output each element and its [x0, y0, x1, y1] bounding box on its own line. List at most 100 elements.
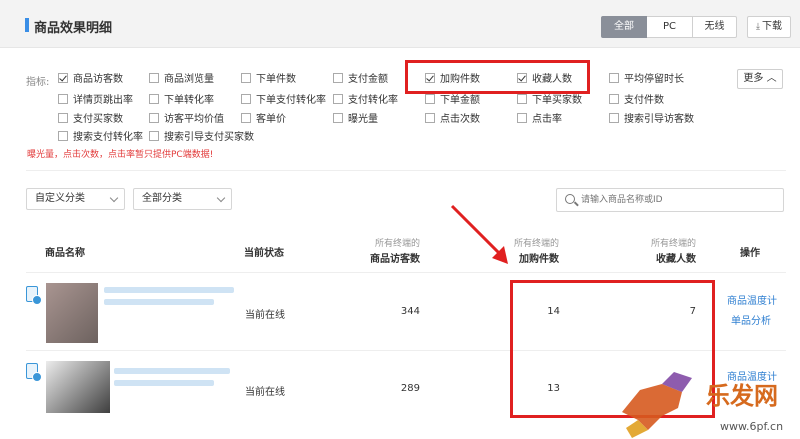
product-thumbnail[interactable] — [46, 361, 110, 413]
status-cell: 当前在线 — [245, 310, 285, 321]
chevron-down-icon — [109, 193, 119, 203]
more-button[interactable]: 更多 ︿ — [737, 69, 783, 89]
checkbox-icon — [333, 73, 343, 83]
column-add-to-cart[interactable]: 加购件数 — [479, 250, 559, 265]
table-header-divider — [26, 272, 786, 273]
product-title-blurred[interactable] — [114, 368, 230, 374]
download-button[interactable]: ⤓ 下载 — [747, 16, 791, 38]
checkbox-icon — [149, 94, 159, 104]
checkbox-icon — [241, 113, 251, 123]
checkbox-label: 下单金额 — [440, 95, 480, 106]
page-title: 商品效果明细 — [34, 21, 113, 36]
download-label: 下载 — [761, 21, 782, 32]
data-notice: 曝光量，点击次数，点击率暂只提供PC端数据! — [27, 150, 214, 160]
checkbox-icon — [149, 113, 159, 123]
checkbox-avg-stay[interactable]: 平均停留时长 — [609, 73, 684, 87]
column-favorites[interactable]: 收藏人数 — [616, 250, 696, 265]
visitors-cell: 344 — [400, 306, 420, 317]
product-search-box[interactable] — [556, 188, 784, 212]
checkbox-icon — [149, 73, 159, 83]
highlight-box-indicators — [405, 60, 590, 94]
checkbox-label: 访客平均价值 — [164, 114, 224, 125]
product-title-blurred — [104, 299, 214, 305]
column-cart-sub: 所有终端的 — [513, 239, 559, 249]
checkbox-label: 搜索支付转化率 — [73, 132, 143, 143]
checkbox-icon — [425, 94, 435, 104]
checkbox-label: 点击率 — [532, 114, 562, 125]
checkbox-label: 下单件数 — [256, 74, 296, 85]
select-value: 自定义分类 — [35, 193, 85, 204]
tab-wireless[interactable]: 无线 — [693, 16, 737, 38]
tab-pc[interactable]: PC — [647, 16, 693, 38]
mobile-device-icon — [26, 363, 42, 382]
checkbox-impressions[interactable]: 曝光量 — [333, 113, 378, 127]
column-status: 当前状态 — [244, 248, 284, 259]
checkbox-payment-amount[interactable]: 支付金额 — [333, 73, 388, 87]
indicators-label: 指标: — [26, 77, 50, 88]
chevron-down-icon — [216, 193, 226, 203]
checkbox-label: 搜索引导访客数 — [624, 114, 694, 125]
visitors-cell: 289 — [400, 383, 420, 394]
mobile-device-icon — [26, 286, 42, 305]
product-thermometer-link[interactable]: 商品温度计 — [727, 292, 777, 307]
checkbox-avg-order-price[interactable]: 客单价 — [241, 113, 286, 127]
checkbox-order-buyers[interactable]: 下单买家数 — [517, 94, 582, 108]
checkbox-paying-buyers[interactable]: 支付买家数 — [58, 113, 123, 127]
section-divider — [26, 170, 786, 171]
checkbox-label: 商品浏览量 — [164, 74, 214, 85]
checkbox-label: 下单转化率 — [164, 95, 214, 106]
tab-all[interactable]: 全部 — [601, 16, 647, 38]
single-product-analysis-link[interactable]: 单品分析 — [731, 312, 771, 327]
checkbox-icon — [609, 73, 619, 83]
checkbox-search-visitors[interactable]: 搜索引导访客数 — [609, 113, 694, 127]
product-title-blurred[interactable] — [104, 287, 234, 293]
checkbox-label: 支付件数 — [624, 95, 664, 106]
download-icon: ⤓ — [756, 22, 760, 32]
search-input[interactable] — [581, 192, 777, 208]
custom-category-select[interactable]: 自定义分类 — [26, 188, 125, 210]
checkbox-product-visitors[interactable]: 商品访客数 — [58, 73, 123, 87]
checkbox-order-conversion[interactable]: 下单转化率 — [149, 94, 214, 108]
checkbox-paid-items[interactable]: 支付件数 — [609, 94, 664, 108]
checkbox-visitor-avg-value[interactable]: 访客平均价值 — [149, 113, 224, 127]
product-title-blurred — [114, 380, 214, 386]
checkbox-icon — [149, 131, 159, 141]
checkbox-bounce-rate[interactable]: 详情页跳出率 — [58, 94, 133, 108]
checkbox-clicks[interactable]: 点击次数 — [425, 113, 480, 127]
watermark-url: www.6pf.cn — [720, 420, 783, 433]
checkbox-label: 支付转化率 — [348, 95, 398, 106]
checkbox-ctr[interactable]: 点击率 — [517, 113, 562, 127]
watermark-brand: 乐发网 — [706, 382, 778, 410]
checkbox-pay-conversion[interactable]: 支付转化率 — [333, 94, 398, 108]
column-product-name: 商品名称 — [45, 248, 85, 259]
checkbox-label: 商品访客数 — [73, 74, 123, 85]
checkbox-icon — [609, 94, 619, 104]
checkbox-label: 曝光量 — [348, 114, 378, 125]
title-accent-bar — [25, 18, 29, 32]
column-visitors[interactable]: 商品访客数 — [340, 250, 420, 265]
checkbox-label: 下单买家数 — [532, 95, 582, 106]
all-category-select[interactable]: 全部分类 — [133, 188, 232, 210]
checkbox-search-paying-buyers[interactable]: 搜索引导支付买家数 — [149, 131, 254, 145]
checkbox-product-pageviews[interactable]: 商品浏览量 — [149, 73, 214, 87]
checkbox-icon — [333, 113, 343, 123]
checkbox-order-pay-conversion[interactable]: 下单支付转化率 — [241, 94, 326, 108]
checkbox-icon — [58, 113, 68, 123]
checkbox-label: 平均停留时长 — [624, 74, 684, 85]
checkbox-icon — [517, 113, 527, 123]
checkbox-checked-icon — [58, 73, 68, 83]
checkbox-order-amount[interactable]: 下单金额 — [425, 94, 480, 108]
checkbox-label: 点击次数 — [440, 114, 480, 125]
checkbox-icon — [333, 94, 343, 104]
watermark-logo: 乐发网 www.6pf.cn — [622, 372, 783, 438]
checkbox-icon — [58, 94, 68, 104]
checkbox-icon — [517, 94, 527, 104]
status-cell: 当前在线 — [245, 387, 285, 398]
checkbox-search-pay-conversion[interactable]: 搜索支付转化率 — [58, 131, 143, 145]
checkbox-order-items[interactable]: 下单件数 — [241, 73, 296, 87]
checkbox-label: 详情页跳出率 — [73, 95, 133, 106]
product-thumbnail[interactable] — [46, 283, 98, 343]
checkbox-icon — [58, 131, 68, 141]
checkbox-label: 下单支付转化率 — [256, 95, 326, 106]
checkbox-label: 支付买家数 — [73, 114, 123, 125]
